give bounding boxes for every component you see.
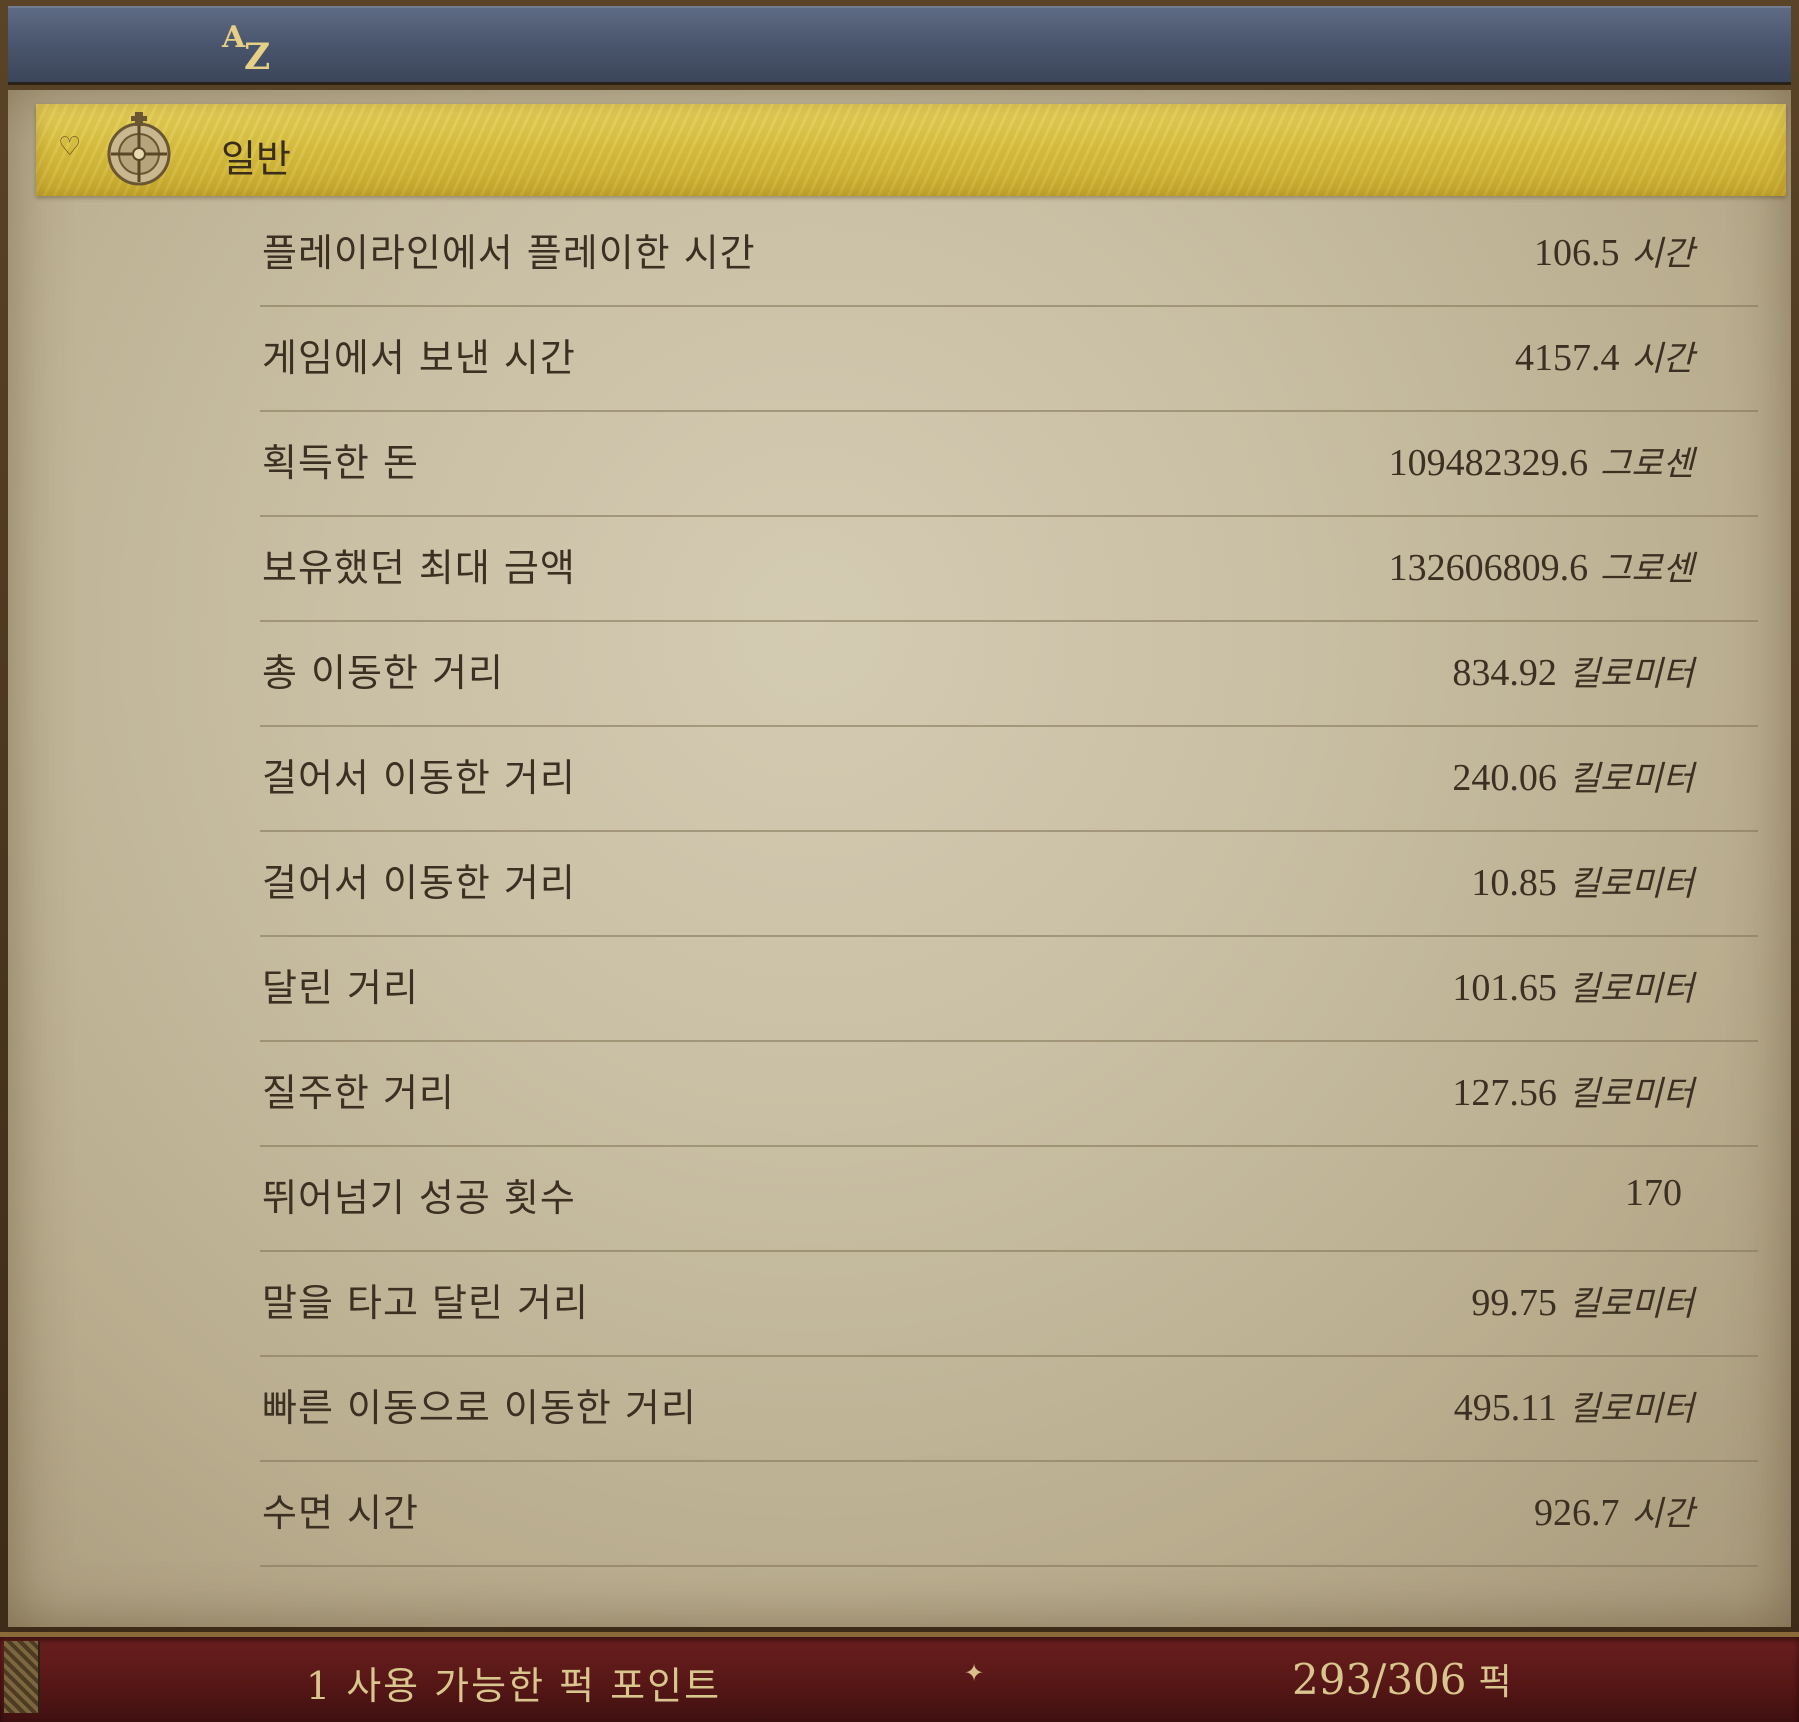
available-perk-points: 1 사용 가능한 퍽 포인트 <box>306 1655 721 1710</box>
stat-value: 132606809.6 그로센 <box>1388 547 1694 589</box>
category-header-general[interactable]: ♡ 일반 <box>36 104 1786 196</box>
stat-label: 걸어서 이동한 거리 <box>262 861 576 905</box>
available-count: 1 <box>306 1664 333 1708</box>
stat-row: 빠른 이동으로 이동한 거리 495.11 킬로미터 <box>260 1355 1758 1462</box>
stat-row: 보유했던 최대 금액 132606809.6 그로센 <box>260 515 1758 622</box>
stat-label: 총 이동한 거리 <box>262 651 504 695</box>
stat-value: 4157.4 시간 <box>1514 337 1694 379</box>
knot-ornament-icon <box>4 1641 40 1713</box>
stat-row: 말을 타고 달린 거리 99.75 킬로미터 <box>260 1250 1758 1357</box>
stat-value: 495.11 킬로미터 <box>1453 1387 1694 1429</box>
sort-letter-a: A <box>222 20 246 55</box>
stat-row: 획득한 돈 109482329.6 그로센 <box>260 410 1758 517</box>
stat-value: 240.06 킬로미터 <box>1452 757 1694 799</box>
stat-value: 926.7 시간 <box>1533 1492 1694 1534</box>
orb-emblem-icon <box>107 112 171 186</box>
stat-value: 106.5 시간 <box>1533 232 1694 274</box>
stat-label: 플레이라인에서 플레이한 시간 <box>262 231 756 275</box>
stat-label: 뛰어넘기 성공 횟수 <box>262 1176 576 1220</box>
stat-row: 걸어서 이동한 거리 240.06 킬로미터 <box>260 725 1758 832</box>
stat-value: 101.65 킬로미터 <box>1452 967 1694 1009</box>
stat-row: 플레이라인에서 플레이한 시간 106.5 시간 <box>260 200 1758 307</box>
stat-row: 뛰어넘기 성공 횟수 170 <box>260 1145 1758 1252</box>
stat-row: 총 이동한 거리 834.92 킬로미터 <box>260 620 1758 727</box>
perk-footer: 1 사용 가능한 퍽 포인트 ✦ 293/306 퍽 <box>0 1632 1799 1722</box>
chevron-heart-icon: ♡ <box>58 132 82 162</box>
available-label: 사용 가능한 퍽 포인트 <box>346 1664 722 1708</box>
sort-az-icon[interactable]: A Z <box>222 20 282 78</box>
perk-count: 293/306 <box>1292 1655 1467 1704</box>
stat-value: 127.56 킬로미터 <box>1452 1072 1694 1114</box>
stat-value: 109482329.6 그로센 <box>1388 442 1694 484</box>
sort-letter-z: Z <box>244 36 271 78</box>
stat-value: 99.75 킬로미터 <box>1471 1282 1694 1324</box>
stat-value: 170 <box>1625 1172 1682 1214</box>
stats-window: A Z ♡ 일반 플레이라인에서 플레이한 시간 106.5 시간 게임에서 보… <box>0 0 1799 1722</box>
category-label: 일반 <box>221 137 291 181</box>
stat-label: 걸어서 이동한 거리 <box>262 756 576 800</box>
stat-row: 질주한 거리 127.56 킬로미터 <box>260 1040 1758 1147</box>
stat-label: 말을 타고 달린 거리 <box>262 1281 589 1325</box>
stat-label: 빠른 이동으로 이동한 거리 <box>262 1386 697 1430</box>
stat-row: 수면 시간 926.7 시간 <box>260 1460 1758 1567</box>
perk-total: 293/306 퍽 <box>1292 1653 1512 1705</box>
stat-label: 게임에서 보낸 시간 <box>262 336 576 380</box>
stat-label: 질주한 거리 <box>262 1071 455 1115</box>
stat-label: 획득한 돈 <box>262 441 419 485</box>
stat-value: 834.92 킬로미터 <box>1452 652 1694 694</box>
stat-row: 달린 거리 101.65 킬로미터 <box>260 935 1758 1042</box>
stat-label: 수면 시간 <box>262 1491 419 1535</box>
top-bar: A Z <box>8 6 1791 85</box>
stat-label: 달린 거리 <box>262 966 419 1010</box>
fleur-icon: ✦ <box>964 1659 985 1687</box>
perk-unit: 퍽 <box>1478 1662 1512 1703</box>
stat-row: 게임에서 보낸 시간 4157.4 시간 <box>260 305 1758 412</box>
stat-row: 걸어서 이동한 거리 10.85 킬로미터 <box>260 830 1758 937</box>
stat-label: 보유했던 최대 금액 <box>262 546 576 590</box>
stats-panel: ♡ 일반 플레이라인에서 플레이한 시간 106.5 시간 게임에서 보낸 시간 … <box>8 90 1791 1627</box>
stat-value: 10.85 킬로미터 <box>1471 862 1694 904</box>
